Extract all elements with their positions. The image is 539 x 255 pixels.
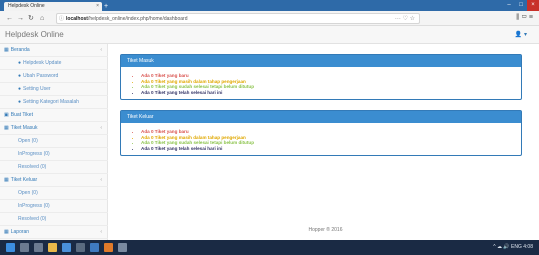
app-header: Helpdesk Online 👤 ▾: [0, 26, 539, 44]
page-actions-icon[interactable]: ··· ♡ ☆: [395, 14, 415, 23]
status-line-finished-today: Ada 0 Tiket yang telah selesai hari ini: [141, 146, 511, 152]
tab-title: Helpdesk Online: [8, 3, 45, 9]
sidebar-item[interactable]: Open (0): [0, 135, 108, 148]
sidebar-item-label: InProgress (0): [18, 203, 50, 209]
sidebar-item-label: InProgress (0): [18, 151, 50, 157]
sidebar-item-label: Resolved (0): [18, 216, 47, 222]
toolbar-menu-icon[interactable]: ⫼ ▭ ≡: [516, 14, 533, 22]
menu-icon: ▦: [4, 177, 9, 183]
window-controls: – □ ×: [503, 0, 539, 11]
browser-navbar: ← → ↻ ⌂ ⓘ localhost/helpdesk_online/inde…: [0, 11, 539, 26]
sidebar-item[interactable]: ● Setting Kategori Masalah: [0, 96, 108, 109]
sidebar-item-label: Open (0): [18, 138, 38, 144]
sidebar-item-label: Ubah Password: [23, 73, 59, 79]
browser-icon[interactable]: [62, 243, 71, 252]
url-path: /helpdesk_online/index.php/home/dashboar…: [87, 16, 188, 22]
chevron-left-icon: ‹: [100, 177, 102, 183]
task-view-icon[interactable]: [34, 243, 43, 252]
firefox-icon[interactable]: [104, 243, 113, 252]
sidebar-item-label: Tiket Keluar: [10, 177, 38, 183]
menu-icon: ▦: [4, 125, 9, 131]
sidebar-item[interactable]: Resolved (0): [0, 213, 108, 226]
search-icon[interactable]: [20, 243, 29, 252]
file-explorer-icon[interactable]: [48, 243, 57, 252]
sidebar-item[interactable]: ▣ Buat Tiket: [0, 109, 108, 122]
tab-close-icon[interactable]: ×: [96, 2, 99, 11]
app-brand[interactable]: Helpdesk Online: [5, 30, 64, 39]
reload-icon[interactable]: ↻: [28, 14, 34, 23]
back-icon[interactable]: ←: [6, 14, 13, 23]
sidebar: ▦ Beranda ‹ ● Helpdesk Update ● Ubah Password ●…: [0, 44, 108, 240]
page-footer: Hopper ® 2016: [308, 227, 343, 233]
sidebar-item[interactable]: InProgress (0): [0, 148, 108, 161]
menu-icon: ▦: [4, 229, 9, 235]
sidebar-item-label: Buat Tiket: [10, 112, 33, 118]
chevron-left-icon: ‹: [100, 229, 102, 235]
windows-start-icon[interactable]: [6, 243, 15, 252]
menu-icon: ▦: [4, 47, 9, 53]
home-icon[interactable]: ⌂: [40, 14, 44, 23]
minimize-button[interactable]: –: [503, 0, 515, 11]
bullet-icon: ●: [18, 99, 22, 105]
panel-title: Tiket Masuk: [121, 55, 521, 67]
close-window-button[interactable]: ×: [527, 0, 539, 11]
new-tab-button[interactable]: +: [104, 3, 111, 10]
chevron-left-icon: ‹: [100, 47, 102, 53]
sidebar-item[interactable]: Open (0): [0, 187, 108, 200]
browser-titlebar: Helpdesk Online × + – □ ×: [0, 0, 539, 11]
sidebar-item[interactable]: ▦ Tiket Keluar ‹: [0, 174, 108, 187]
main-content: Tiket Masuk Ada 0 Tiket yang baru Ada 0 …: [112, 44, 539, 240]
sidebar-item-label: Laporan: [10, 229, 30, 235]
bullet-icon: ●: [18, 60, 22, 66]
panel-tiket-masuk: Tiket Masuk Ada 0 Tiket yang baru Ada 0 …: [120, 54, 522, 101]
system-tray[interactable]: ^ ☁ 🔊 ENG 4:08: [493, 243, 533, 252]
menu-icon: ▣: [4, 112, 9, 118]
sidebar-item[interactable]: ● Helpdesk Update: [0, 57, 108, 70]
bullet-icon: ●: [18, 73, 22, 79]
os-taskbar: ^ ☁ 🔊 ENG 4:08: [0, 240, 539, 255]
chevron-left-icon: ‹: [100, 125, 102, 131]
site-info-icon[interactable]: ⓘ: [59, 14, 64, 23]
browser-tab[interactable]: Helpdesk Online ×: [4, 2, 102, 11]
sidebar-item-label: Setting Kategori Masalah: [23, 99, 79, 105]
sidebar-item-label: Helpdesk Update: [23, 60, 62, 66]
sidebar-item-label: Resolved (0): [18, 164, 47, 170]
sidebar-item-label: Beranda: [10, 47, 30, 53]
sidebar-item[interactable]: InProgress (0): [0, 200, 108, 213]
panel-tiket-keluar: Tiket Keluar Ada 0 Tiket yang baru Ada 0…: [120, 110, 522, 157]
mail-icon[interactable]: [90, 243, 99, 252]
sidebar-item-label: Setting User: [23, 86, 51, 92]
status-line-finished-today: Ada 0 Tiket yang telah selesai hari ini: [141, 90, 511, 96]
user-menu-icon[interactable]: 👤 ▾: [515, 31, 527, 38]
sidebar-item[interactable]: ▦ Beranda ‹: [0, 44, 108, 57]
sidebar-item-label: Tiket Masuk: [10, 125, 38, 131]
sidebar-item-label: Open (0): [18, 190, 38, 196]
app-icon[interactable]: [118, 243, 127, 252]
bullet-icon: ●: [18, 86, 22, 92]
sidebar-item[interactable]: ● Setting User: [0, 83, 108, 96]
sidebar-item[interactable]: ▦ Tiket Masuk ‹: [0, 122, 108, 135]
sidebar-item[interactable]: ● Ubah Password: [0, 70, 108, 83]
address-bar[interactable]: ⓘ localhost/helpdesk_online/index.php/ho…: [56, 13, 420, 24]
sidebar-item[interactable]: ▦ Laporan ‹: [0, 226, 108, 239]
url-host: localhost: [66, 16, 88, 22]
forward-icon[interactable]: →: [17, 14, 24, 23]
sidebar-item[interactable]: Resolved (0): [0, 161, 108, 174]
store-icon[interactable]: [76, 243, 85, 252]
maximize-button[interactable]: □: [515, 0, 527, 11]
panel-title: Tiket Keluar: [121, 111, 521, 123]
